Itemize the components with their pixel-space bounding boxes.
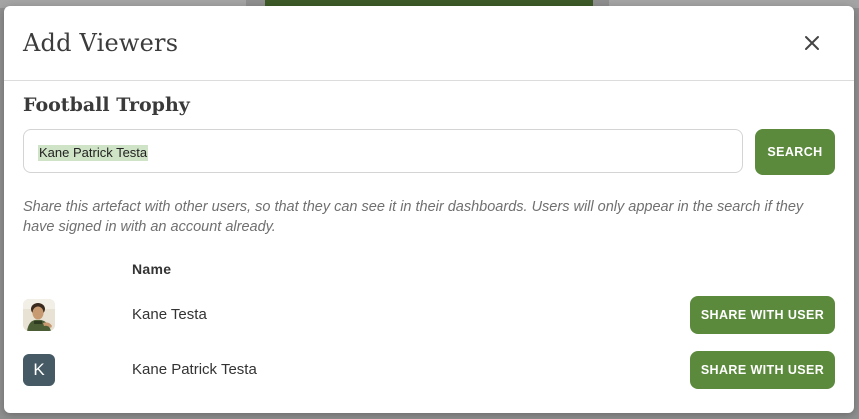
- name-column-header: Name: [132, 261, 172, 277]
- helper-text: Share this artefact with other users, so…: [23, 199, 804, 235]
- add-viewers-dialog: Add Viewers Football Trophy Kane Patrick…: [4, 6, 854, 413]
- user-photo-avatar: [23, 299, 55, 331]
- user-letter-avatar: K: [23, 354, 55, 386]
- artefact-title: Football Trophy: [23, 94, 190, 116]
- dialog-title: Add Viewers: [23, 29, 179, 57]
- share-with-user-button[interactable]: SHARE WITH USER: [690, 351, 835, 389]
- user-name: Kane Testa: [132, 306, 207, 323]
- user-row: Kane Testa SHARE WITH USER: [4, 296, 854, 336]
- dialog-header: Add Viewers: [4, 6, 854, 81]
- close-button[interactable]: [800, 31, 824, 55]
- user-row: K Kane Patrick Testa SHARE WITH USER: [4, 351, 854, 391]
- share-with-user-button[interactable]: SHARE WITH USER: [690, 296, 835, 334]
- close-icon: [805, 36, 819, 50]
- user-name: Kane Patrick Testa: [132, 361, 257, 378]
- search-selection-highlight: Kane Patrick Testa: [38, 145, 149, 161]
- search-button[interactable]: SEARCH: [755, 129, 835, 175]
